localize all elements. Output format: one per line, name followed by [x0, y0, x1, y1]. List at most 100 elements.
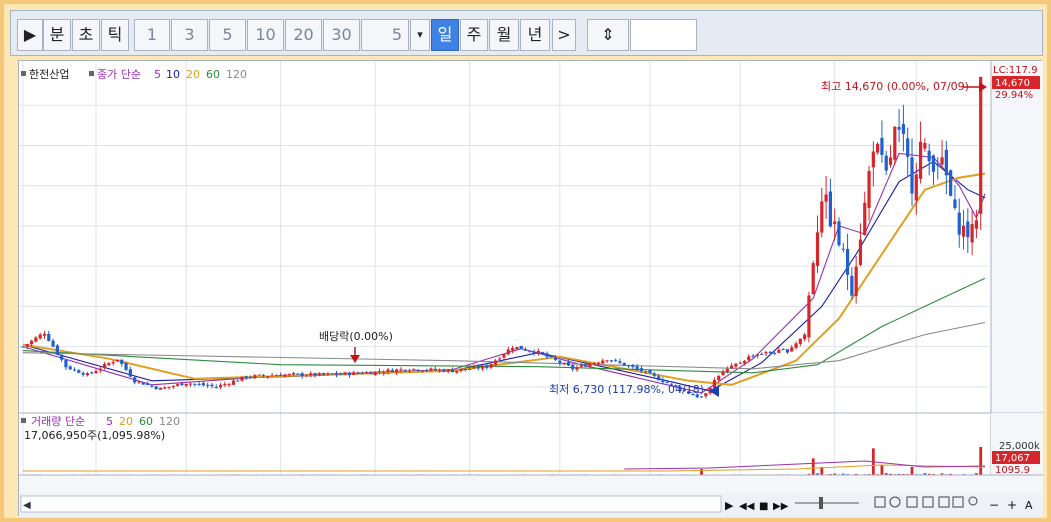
current-change-label: 29.94%	[995, 90, 1033, 101]
candle-body	[176, 384, 180, 386]
candle-body	[618, 361, 622, 363]
ma-legend-label: 종가 단순	[97, 68, 141, 81]
nav-forward-icon[interactable]: ▶▶	[773, 501, 789, 512]
candle-body	[261, 375, 266, 377]
candle-body	[764, 352, 768, 354]
candle-body	[549, 355, 553, 357]
candle-body	[480, 365, 485, 369]
zoom-slider-handle[interactable]	[819, 497, 823, 509]
candle-body	[214, 386, 218, 388]
candle-body	[390, 369, 394, 373]
candle-body	[21, 346, 25, 348]
candle-body	[949, 170, 953, 196]
zoom-out-icon[interactable]: −	[989, 498, 999, 512]
candle-body	[510, 348, 515, 351]
candle-body	[184, 383, 188, 386]
chart-area[interactable]: 7,0008,0009,00010,00011,00012,00013,0001…	[18, 60, 1043, 517]
nav-rewind-icon[interactable]: ◀◀	[739, 501, 755, 512]
candle-body	[536, 350, 540, 354]
zoom-in-icon[interactable]: +	[1007, 498, 1017, 512]
interval-dropdown-button[interactable]: ▾	[410, 19, 430, 51]
candle-body	[798, 338, 802, 344]
candle-body	[253, 375, 257, 378]
candle-body	[639, 368, 644, 372]
candle-body	[377, 371, 382, 373]
auto-scale-icon[interactable]: A	[1025, 499, 1033, 512]
candle-body	[631, 364, 635, 367]
candle-body	[953, 199, 957, 209]
candle-body	[68, 366, 72, 370]
candle-body	[356, 372, 360, 374]
custom-interval-input[interactable]: 5	[361, 19, 409, 51]
tab-second[interactable]: 초	[72, 19, 100, 51]
candle-body	[51, 340, 55, 347]
candle-body	[227, 384, 231, 386]
tab-year[interactable]: 년	[520, 19, 550, 51]
candle-body	[291, 373, 296, 375]
candle-body	[596, 362, 601, 364]
candle-body	[210, 384, 214, 387]
nav-stop-icon[interactable]: ■	[759, 501, 768, 512]
candle-body	[244, 376, 248, 378]
candle-body	[498, 358, 502, 360]
candle-body	[330, 373, 334, 375]
candle-body	[403, 369, 407, 371]
candle-body	[270, 375, 274, 377]
tab-tick[interactable]: 틱	[101, 19, 129, 51]
stock-chart-svg[interactable]: 7,0008,0009,00010,00011,00012,00013,0001…	[19, 61, 1043, 517]
interval-3-button[interactable]: 3	[171, 19, 208, 51]
scroll-left-icon[interactable]: ◀	[23, 500, 31, 511]
tab-month[interactable]: 월	[489, 19, 519, 51]
horizontal-scrollbar[interactable]	[20, 495, 722, 513]
candle-body	[717, 375, 721, 381]
tab-minute[interactable]: 분	[43, 19, 71, 51]
nav-play-icon[interactable]: ▶	[725, 499, 734, 512]
volume-legend-marker-icon	[21, 418, 26, 423]
candle-body	[352, 372, 356, 375]
interval-1-button[interactable]: 1	[134, 19, 170, 51]
candle-body	[128, 369, 132, 377]
tab-day[interactable]: 일	[431, 19, 459, 51]
candle-body	[614, 359, 618, 361]
candle-body	[90, 372, 94, 374]
tab-week[interactable]: 주	[460, 19, 488, 51]
fit-icon[interactable]: ⇕	[587, 19, 629, 51]
interval-10-button[interactable]: 10	[247, 19, 284, 51]
volume-top-label: 25,000k	[999, 441, 1040, 452]
candle-body	[317, 373, 321, 376]
search-input[interactable]	[630, 19, 697, 51]
interval-30-button[interactable]: 30	[323, 19, 360, 51]
candle-body	[47, 333, 51, 341]
interval-20-button[interactable]: 20	[285, 19, 322, 51]
candle-body	[652, 373, 656, 376]
candle-body	[944, 149, 948, 176]
candle-body	[579, 365, 583, 367]
candle-body	[575, 367, 579, 370]
candle-body	[416, 369, 420, 371]
candle-body	[837, 221, 841, 246]
candle-body	[395, 369, 399, 373]
candle-body	[188, 383, 193, 385]
candle-body	[399, 369, 403, 371]
candle-body	[98, 368, 102, 371]
next-button[interactable]: >	[552, 19, 576, 51]
candle-body	[218, 384, 223, 388]
candle-body	[979, 76, 983, 214]
interval-5-button[interactable]: 5	[209, 19, 246, 51]
candle-body	[64, 360, 68, 368]
vol-ma-120-label: 120	[159, 415, 180, 428]
candle-body	[133, 377, 137, 383]
candle-body	[807, 295, 811, 338]
candle-body	[803, 334, 807, 340]
candle-body	[279, 374, 283, 377]
candle-body	[304, 375, 309, 377]
candle-body	[437, 369, 442, 371]
candle-body	[820, 201, 824, 233]
candle-body	[833, 221, 837, 225]
candle-body	[343, 372, 347, 375]
play-button[interactable]: ▶	[17, 19, 43, 51]
candle-body	[772, 352, 777, 354]
candle-body	[545, 353, 549, 357]
vol-ma-60-label: 60	[139, 415, 153, 428]
candle-body	[699, 396, 704, 398]
